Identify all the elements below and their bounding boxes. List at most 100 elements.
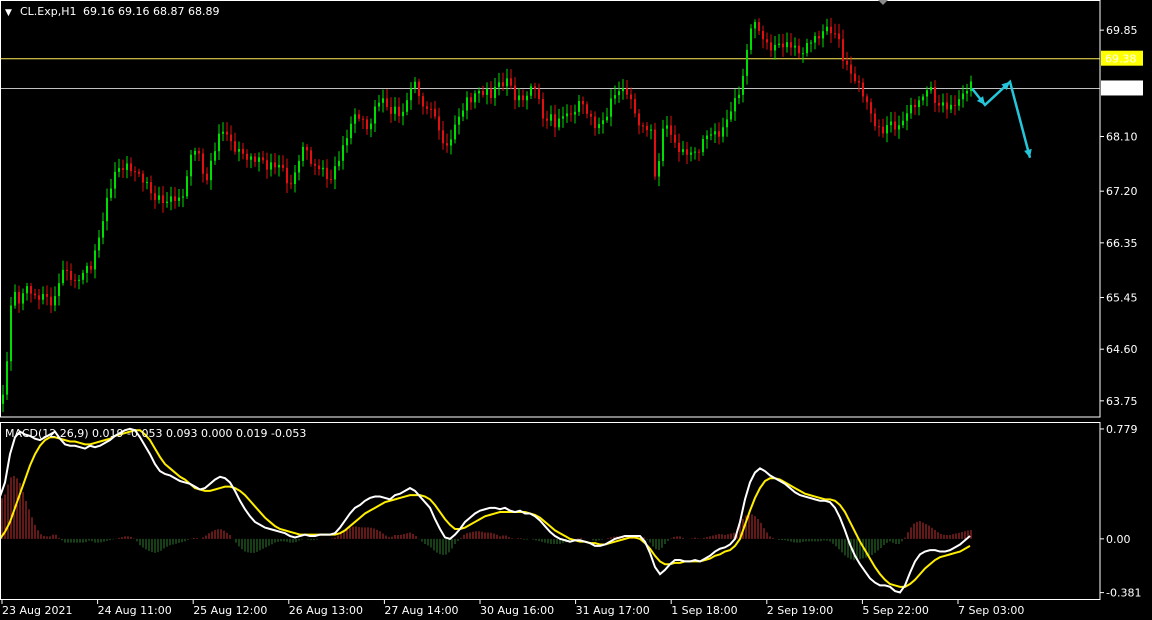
candle-body[interactable] bbox=[370, 123, 372, 130]
candle-body[interactable] bbox=[54, 296, 56, 306]
candle-body[interactable] bbox=[554, 114, 556, 128]
candle-body[interactable] bbox=[306, 146, 308, 151]
candle-body[interactable] bbox=[162, 195, 164, 204]
candle-body[interactable] bbox=[846, 60, 848, 65]
candle-body[interactable] bbox=[590, 113, 592, 117]
candle-body[interactable] bbox=[510, 78, 512, 86]
candle-body[interactable] bbox=[174, 196, 176, 201]
candle-body[interactable] bbox=[122, 168, 124, 170]
candle-body[interactable] bbox=[574, 111, 576, 115]
candle-body[interactable] bbox=[170, 196, 172, 202]
candle-body[interactable] bbox=[442, 130, 444, 144]
candle-body[interactable] bbox=[798, 45, 800, 54]
candle-body[interactable] bbox=[414, 81, 416, 89]
candle-body[interactable] bbox=[194, 150, 196, 155]
candle-body[interactable] bbox=[950, 104, 952, 110]
candle-body[interactable] bbox=[22, 293, 24, 304]
candle-body[interactable] bbox=[270, 162, 272, 170]
candle-body[interactable] bbox=[118, 168, 120, 172]
candle-body[interactable] bbox=[126, 163, 128, 170]
candle-body[interactable] bbox=[558, 118, 560, 128]
candle-body[interactable] bbox=[842, 39, 844, 61]
candle-body[interactable] bbox=[930, 87, 932, 91]
candle-body[interactable] bbox=[266, 160, 268, 170]
candle-body[interactable] bbox=[622, 88, 624, 92]
candle-body[interactable] bbox=[70, 270, 72, 280]
candle-body[interactable] bbox=[958, 99, 960, 106]
candle-body[interactable] bbox=[178, 197, 180, 201]
candle-body[interactable] bbox=[342, 145, 344, 161]
candle-body[interactable] bbox=[586, 104, 588, 114]
candle-body[interactable] bbox=[294, 172, 296, 185]
candle-body[interactable] bbox=[258, 157, 260, 162]
candle-body[interactable] bbox=[678, 142, 680, 153]
candle-body[interactable] bbox=[706, 135, 708, 140]
candle-body[interactable] bbox=[134, 171, 136, 173]
candle-body[interactable] bbox=[602, 120, 604, 125]
candle-body[interactable] bbox=[234, 141, 236, 152]
candle-body[interactable] bbox=[322, 167, 324, 170]
candle-body[interactable] bbox=[110, 188, 112, 198]
candle-body[interactable] bbox=[142, 173, 144, 183]
candle-body[interactable] bbox=[946, 102, 948, 110]
candle-body[interactable] bbox=[610, 98, 612, 117]
candle-body[interactable] bbox=[422, 96, 424, 107]
candle-body[interactable] bbox=[814, 36, 816, 43]
candle-body[interactable] bbox=[862, 82, 864, 97]
candle-body[interactable] bbox=[446, 143, 448, 146]
candle-body[interactable] bbox=[870, 102, 872, 114]
candle-body[interactable] bbox=[278, 164, 280, 168]
candle-body[interactable] bbox=[326, 167, 328, 180]
candle-body[interactable] bbox=[790, 42, 792, 48]
candle-body[interactable] bbox=[530, 86, 532, 96]
candle-body[interactable] bbox=[698, 151, 700, 153]
candle-body[interactable] bbox=[514, 85, 516, 101]
candle-body[interactable] bbox=[274, 162, 276, 168]
candle-body[interactable] bbox=[682, 149, 684, 153]
candle-body[interactable] bbox=[62, 269, 64, 284]
candle-body[interactable] bbox=[522, 95, 524, 101]
candle-body[interactable] bbox=[50, 296, 52, 306]
candle-body[interactable] bbox=[94, 250, 96, 270]
candle-body[interactable] bbox=[874, 113, 876, 127]
candle-body[interactable] bbox=[638, 113, 640, 126]
candle-body[interactable] bbox=[398, 106, 400, 117]
candle-body[interactable] bbox=[58, 283, 60, 297]
candle-body[interactable] bbox=[582, 100, 584, 105]
candle-body[interactable] bbox=[954, 104, 956, 106]
candle-body[interactable] bbox=[346, 138, 348, 146]
candle-body[interactable] bbox=[674, 134, 676, 143]
candle-body[interactable] bbox=[186, 176, 188, 197]
candle-body[interactable] bbox=[190, 154, 192, 177]
candle-body[interactable] bbox=[726, 119, 728, 128]
candle-body[interactable] bbox=[410, 88, 412, 101]
candle-body[interactable] bbox=[618, 91, 620, 96]
candle-body[interactable] bbox=[774, 44, 776, 51]
candle-body[interactable] bbox=[546, 118, 548, 121]
candle-body[interactable] bbox=[942, 102, 944, 106]
candle-body[interactable] bbox=[882, 126, 884, 134]
candle-body[interactable] bbox=[482, 90, 484, 95]
candle-body[interactable] bbox=[490, 88, 492, 99]
candle-body[interactable] bbox=[918, 100, 920, 108]
candle-body[interactable] bbox=[34, 293, 36, 296]
candle-body[interactable] bbox=[566, 113, 568, 117]
candle-body[interactable] bbox=[66, 269, 68, 271]
candle-body[interactable] bbox=[570, 113, 572, 115]
candle-body[interactable] bbox=[106, 197, 108, 222]
candle-body[interactable] bbox=[838, 33, 840, 40]
candle-body[interactable] bbox=[454, 124, 456, 140]
candle-body[interactable] bbox=[406, 100, 408, 112]
candle-body[interactable] bbox=[394, 106, 396, 114]
candle-body[interactable] bbox=[478, 90, 480, 94]
candle-body[interactable] bbox=[518, 95, 520, 101]
candle-body[interactable] bbox=[646, 125, 648, 131]
candle-body[interactable] bbox=[810, 42, 812, 44]
candle-body[interactable] bbox=[550, 114, 552, 121]
candle-body[interactable] bbox=[42, 294, 44, 300]
candle-body[interactable] bbox=[606, 116, 608, 121]
candle-body[interactable] bbox=[338, 160, 340, 167]
candle-body[interactable] bbox=[750, 28, 752, 50]
candle-body[interactable] bbox=[906, 113, 908, 121]
candle-body[interactable] bbox=[598, 124, 600, 129]
